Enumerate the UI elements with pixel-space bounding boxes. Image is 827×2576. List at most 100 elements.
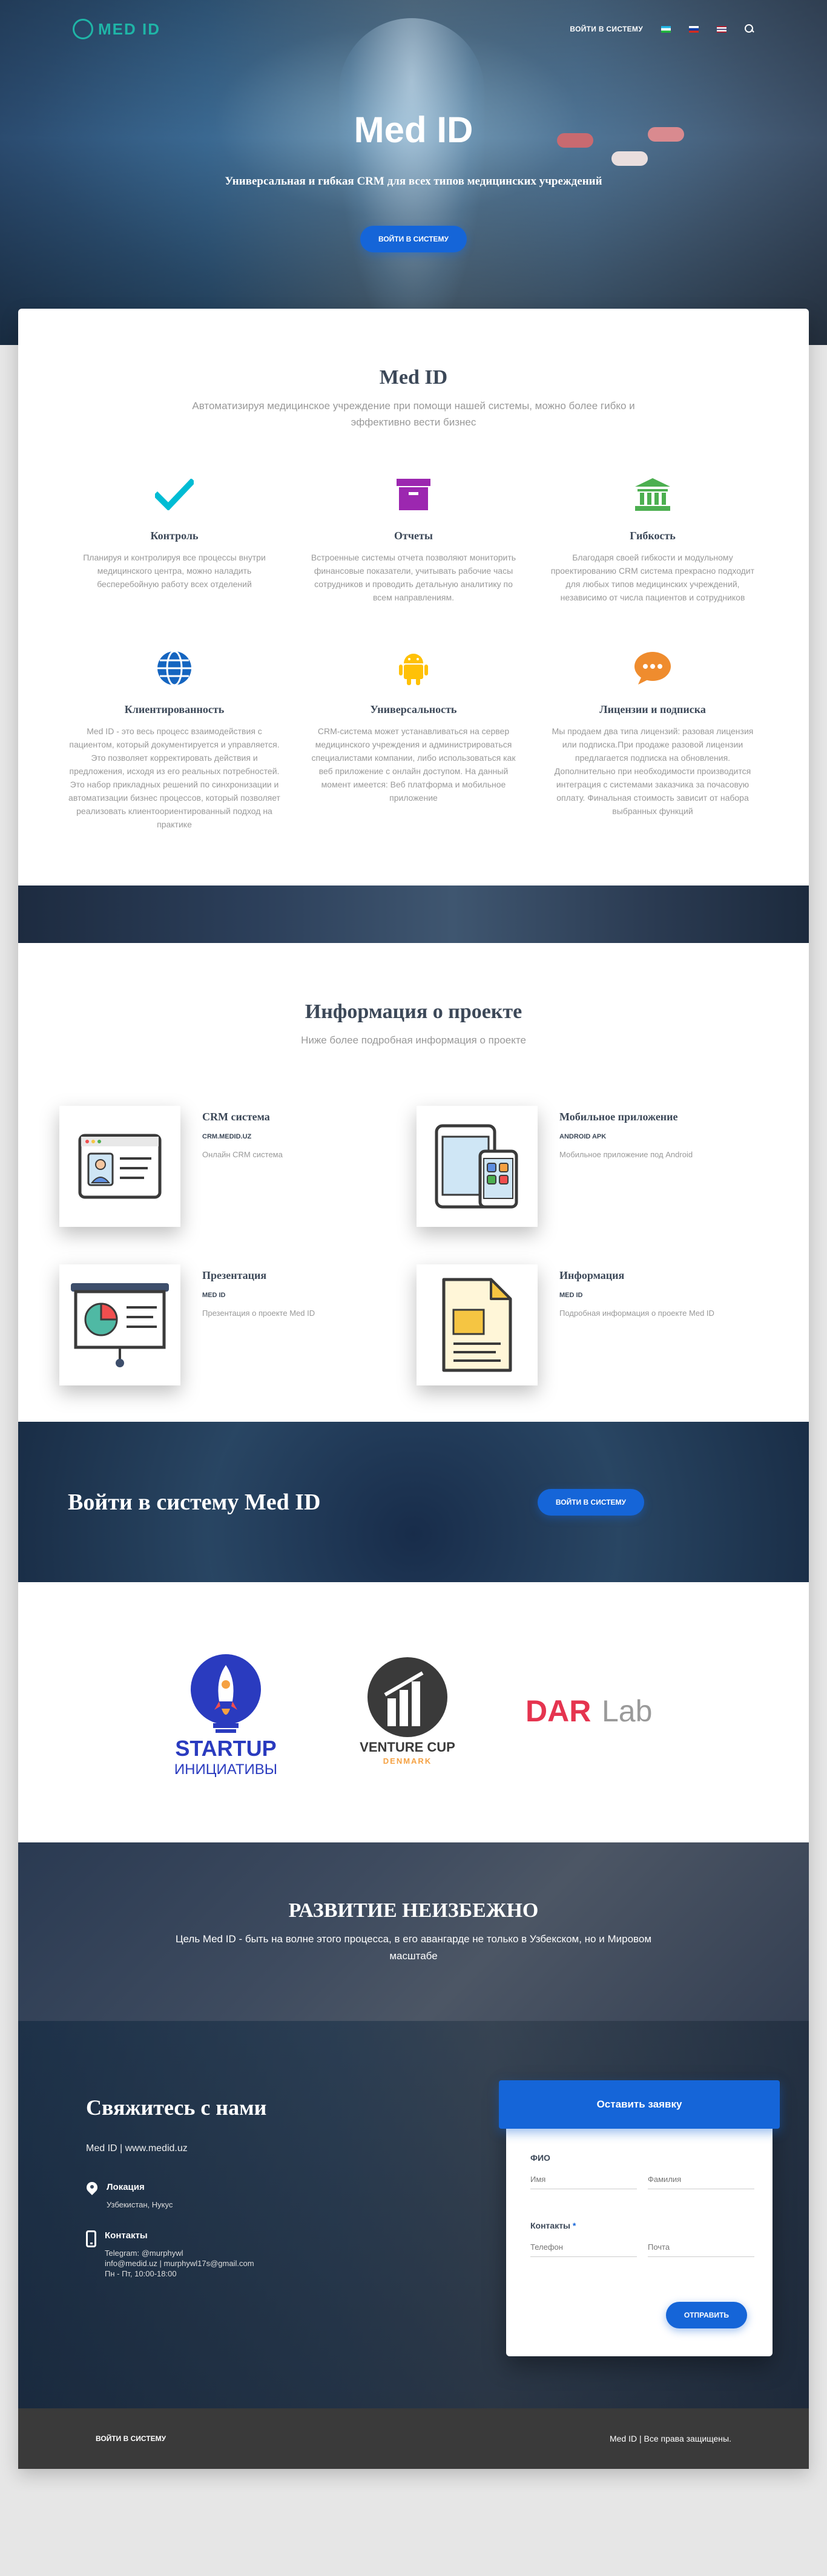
hero-content: Med ID Универсальная и гибкая CRM для вс… [0,109,827,252]
android-icon [306,646,521,690]
login-banner-button[interactable]: Войти в систему [537,1488,644,1516]
login-banner: Войти в систему Med ID Войти в систему [18,1422,809,1582]
feature-item: Универсальность CRM-система может устана… [306,646,521,873]
intro-title: Med ID [379,366,448,389]
flag-ru-icon[interactable] [689,25,699,33]
info-item-desc: Онлайн CRM система [202,1150,283,1159]
contacts-text-block: Контакты Telegram: @murphywl info@medid.… [105,2230,254,2279]
contact-location: Локация Узбекистан, Нукус [86,2182,389,2210]
feature-text: Планируя и контролируя все процессы внут… [83,553,266,589]
email-input[interactable] [648,2238,754,2257]
info-item-desc: Мобильное приложение под Android [559,1150,693,1159]
flag-en-icon[interactable] [717,25,727,33]
dar-text: DAR [526,1694,591,1728]
nav-login-link[interactable]: Войти в систему [570,25,643,33]
login-banner-title: Войти в систему Med ID [68,1489,321,1515]
mobile-devices-icon[interactable] [417,1106,538,1227]
info-item-category: CRM.MEDID.UZ [202,1133,252,1140]
info-item-desc: Подробная информация о проекте Med ID [559,1309,714,1318]
info-item-title[interactable]: Мобильное приложение [559,1111,693,1123]
partner-venture-cup-logo[interactable]: VENTURE CUP DENMARK [356,1655,459,1770]
hero-login-button[interactable]: Войти в систему [360,226,467,252]
features-grid: Контроль Планируя и контролируя все проц… [18,430,809,873]
last-name-input[interactable] [648,2170,754,2189]
feature-item: Клиентированность Med ID - это весь проц… [67,646,282,873]
location-text-block: Локация Узбекистан, Нукус [107,2182,173,2210]
info-title: Информация о проекте [305,1000,522,1023]
info-item[interactable]: CRM система CRM.MEDID.UZ Онлайн CRM сист… [59,1106,410,1227]
contact-emails[interactable]: info@medid.uz | murphywl17s@gmail.com [105,2258,254,2269]
crm-profile-icon[interactable] [59,1106,180,1227]
contact-details: Контакты Telegram: @murphywl info@medid.… [86,2230,389,2279]
flag-uz-icon[interactable] [661,25,671,33]
location-pin-icon [86,2182,98,2198]
logo[interactable]: MED ID [73,19,160,39]
contacts-label-wrap: Контакты * [530,2221,748,2230]
info-item[interactable]: Мобильное приложение ANDROID APK Мобильн… [417,1106,768,1227]
globe-icon [67,646,282,690]
startup-text: STARTUP [175,1736,276,1761]
hero-title: Med ID [354,110,473,150]
phone-input[interactable] [530,2238,637,2257]
archive-icon [306,473,521,516]
document-icon[interactable] [417,1264,538,1385]
feature-title: Гибкость [630,530,676,542]
form-header: Оставить заявку [499,2080,780,2129]
main-card: Med ID Автоматизируя медицинское учрежде… [18,309,809,2469]
first-name-input[interactable] [530,2170,637,2189]
hero-section: MED ID Войти в систему Med ID Универсаль… [0,0,827,345]
contact-info: Свяжитесь с нами Med ID | www.medid.uz Л… [86,2095,389,2279]
info-item[interactable]: Презентация MED ID Презентация о проекте… [59,1264,410,1385]
development-title: Развитие неизбежно [288,1899,539,1922]
feature-title: Отчеты [394,530,433,542]
feature-item: Контроль Планируя и контролируя все проц… [67,473,282,646]
info-item[interactable]: Информация MED ID Подробная информация о… [417,1264,768,1385]
feature-item: Гибкость Благодаря своей гибкости и моду… [545,473,760,646]
startup-subtext: ИНИЦИАТИВЫ [174,1761,277,1778]
feature-text: Встроенные системы отчета позволяют мони… [311,553,516,602]
feature-item: Лицензии и подписка Мы продаем два типа … [545,646,760,873]
contacts-lines: Telegram: @murphywl info@medid.uz | murp… [105,2248,254,2279]
feature-text: Мы продаем два типа лицензий: разовая ли… [552,726,754,816]
footer-login-link[interactable]: Войти в систему [96,2434,166,2443]
submit-button[interactable]: Отправить [665,2302,747,2328]
page-bottom-gap [0,2469,827,2479]
feature-text: CRM-система может устанавливаться на сер… [311,726,516,803]
info-item-category: ANDROID APK [559,1133,607,1140]
contact-telegram[interactable]: Telegram: @murphywl [105,2248,254,2258]
feature-item: Отчеты Встроенные системы отчета позволя… [306,473,521,646]
footer: Войти в систему Med ID | Все права защищ… [18,2408,809,2469]
bank-icon [545,473,760,516]
feature-title: Лицензии и подписка [599,703,706,715]
info-item-title[interactable]: Презентация [202,1269,315,1282]
info-text: CRM система CRM.MEDID.UZ Онлайн CRM сист… [202,1106,283,1227]
presentation-icon[interactable] [59,1264,180,1385]
logo-text: MED ID [98,19,160,38]
feature-text: Благодаря своей гибкости и модульному пр… [550,553,755,602]
info-item-title[interactable]: CRM система [202,1111,283,1123]
search-icon[interactable] [745,24,754,34]
image-strip [18,886,809,943]
feature-title: Клиентированность [124,703,225,715]
location-text: Узбекистан, Нукус [107,2200,173,2209]
info-item-category: MED ID [202,1292,226,1299]
partner-startup-logo[interactable]: STARTUP ИНИЦИАТИВЫ [162,1646,289,1779]
lab-text: Lab [602,1694,652,1728]
fio-label: ФИО [530,2153,550,2163]
location-title: Локация [107,2182,145,2192]
development-section: Развитие неизбежно Цель Med ID - быть на… [18,1842,809,2021]
contacts-row [530,2238,754,2257]
info-item-title[interactable]: Информация [559,1269,714,1282]
required-asterisk: * [572,2221,576,2230]
fio-row [530,2170,754,2189]
partner-dar-lab-logo[interactable]: DAR Lab [526,1691,665,1733]
info-text: Мобильное приложение ANDROID APK Мобильн… [559,1106,693,1227]
venture-text: VENTURE CUP [360,1740,455,1755]
intro-section: Med ID Автоматизируя медицинское учрежде… [18,309,809,873]
feature-title: Контроль [150,530,199,542]
contact-site: Med ID | www.medid.uz [86,2143,188,2154]
phone-icon [86,2230,96,2247]
form-body: ФИО Контакты * [530,2153,754,2257]
contact-title: Свяжитесь с нами [86,2095,267,2120]
navbar: MED ID Войти в систему [0,0,827,58]
